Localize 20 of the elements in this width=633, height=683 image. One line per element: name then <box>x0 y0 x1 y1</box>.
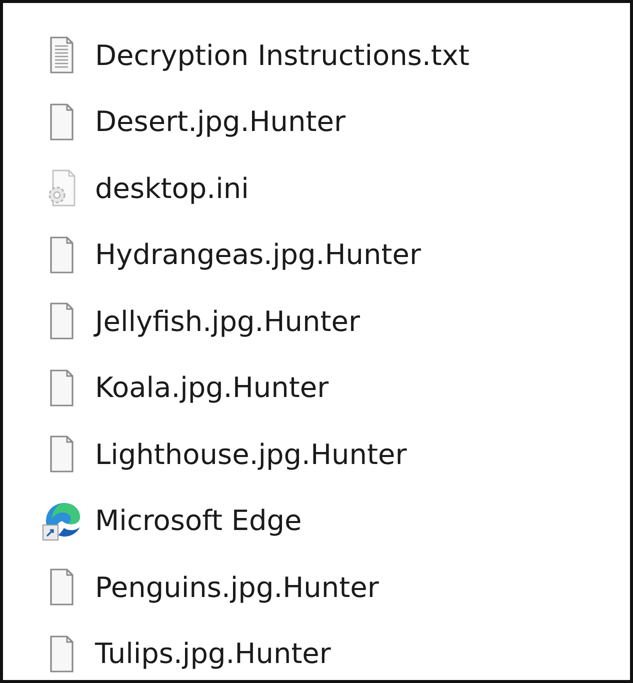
file-name[interactable]: desktop.ini <box>95 172 249 205</box>
file-name[interactable]: Jellyfish.jpg.Hunter <box>95 304 360 338</box>
file-icon <box>49 302 75 340</box>
file-name[interactable]: Desert.jpg.Hunter <box>95 105 346 138</box>
file-name[interactable]: Decryption Instructions.txt <box>95 38 470 72</box>
file-name[interactable]: Microsoft Edge <box>95 504 302 538</box>
file-icon <box>49 634 75 673</box>
file-icon <box>49 102 75 141</box>
browser-shortcut-icon <box>42 500 82 541</box>
file-name[interactable]: Lighthouse.jpg.Hunter <box>95 438 407 471</box>
file-name[interactable]: Koala.jpg.Hunter <box>95 371 329 404</box>
file-name[interactable]: Hydrangeas.jpg.Hunter <box>95 238 421 272</box>
file-name[interactable]: Penguins.jpg.Hunter <box>95 570 379 604</box>
file-name[interactable]: Tulips.jpg.Hunter <box>95 637 331 670</box>
file-icon <box>49 368 75 407</box>
file-icon <box>49 435 75 474</box>
text-file-icon <box>49 36 75 74</box>
settings-file-icon <box>47 169 77 208</box>
file-icon <box>49 568 75 606</box>
file-icon <box>49 236 75 274</box>
